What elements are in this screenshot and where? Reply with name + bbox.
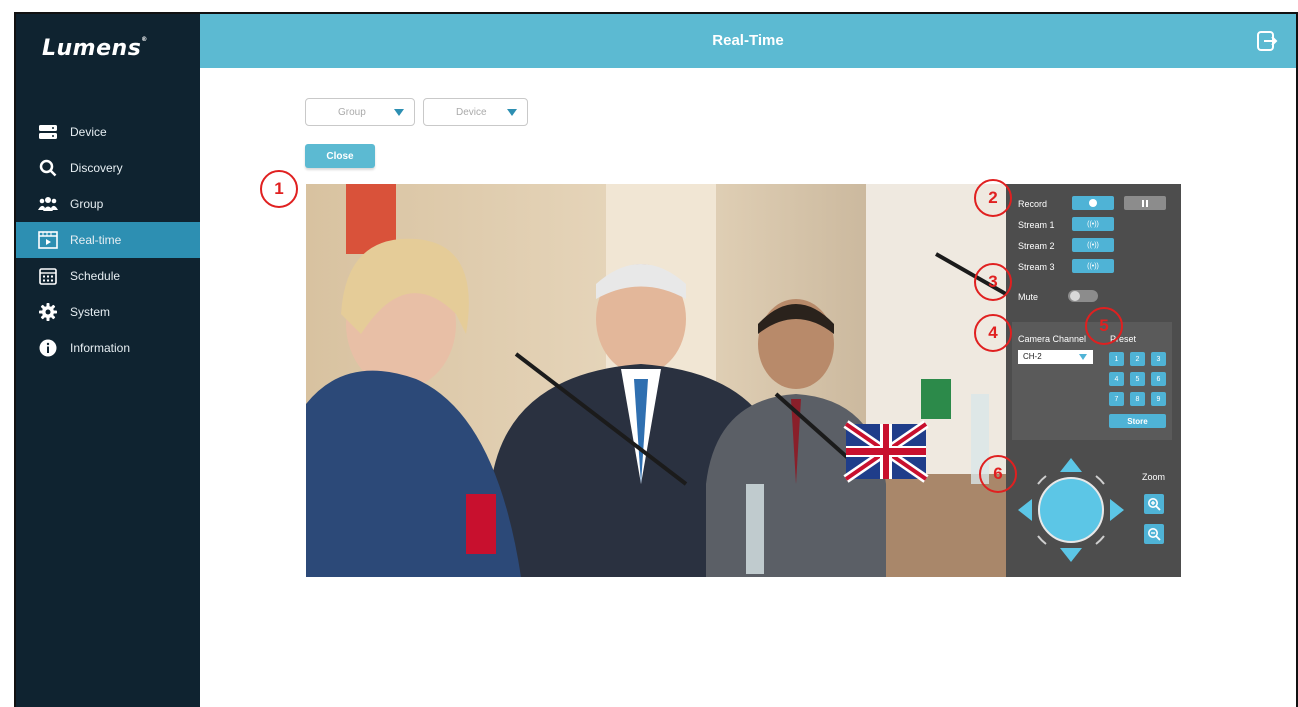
zoom-label: Zoom bbox=[1142, 472, 1166, 482]
logo-text: Lumens bbox=[42, 36, 142, 61]
joystick-knob[interactable] bbox=[1038, 477, 1104, 543]
info-icon bbox=[38, 339, 58, 357]
preset-button-6[interactable]: 6 bbox=[1151, 372, 1166, 386]
camera-control-panel: Record Stream 1 ((•)) Stream 2 ((•)) Str… bbox=[1006, 184, 1181, 577]
broadcast-icon: ((•)) bbox=[1087, 262, 1099, 270]
live-video-view[interactable] bbox=[306, 184, 1006, 577]
zoom-in-button[interactable] bbox=[1144, 494, 1164, 514]
broadcast-icon: ((•)) bbox=[1087, 220, 1099, 228]
chevron-down-icon bbox=[507, 109, 517, 116]
sidebar-nav: Device Discovery Group Real-time Schedul… bbox=[16, 114, 200, 366]
camera-channel-value: CH-2 bbox=[1023, 352, 1042, 361]
sidebar-item-label: Group bbox=[70, 197, 104, 211]
store-button[interactable]: Store bbox=[1109, 414, 1166, 428]
logout-icon[interactable] bbox=[1256, 30, 1278, 52]
stream1-label: Stream 1 bbox=[1018, 220, 1055, 230]
stream3-button[interactable]: ((•)) bbox=[1072, 259, 1114, 273]
preset-button-3[interactable]: 3 bbox=[1151, 352, 1166, 366]
preset-button-9[interactable]: 9 bbox=[1151, 392, 1166, 406]
page-title: Real-Time bbox=[712, 32, 784, 49]
callout-6: 6 bbox=[979, 455, 1017, 493]
stream1-button[interactable]: ((•)) bbox=[1072, 217, 1114, 231]
chevron-down-icon bbox=[394, 109, 404, 116]
camera-channel-label: Camera Channel bbox=[1018, 334, 1087, 344]
record-label: Record bbox=[1018, 199, 1048, 209]
sidebar-item-label: Real-time bbox=[70, 233, 122, 247]
sidebar-item-real-time[interactable]: Real-time bbox=[16, 222, 200, 258]
sidebar-item-schedule[interactable]: Schedule bbox=[16, 258, 200, 294]
group-dropdown[interactable]: Group bbox=[305, 98, 415, 126]
pan-left-arrow[interactable] bbox=[1018, 499, 1032, 521]
close-button[interactable]: Close bbox=[305, 144, 375, 168]
callout-1: 1 bbox=[260, 170, 298, 208]
sidebar-item-discovery[interactable]: Discovery bbox=[16, 150, 200, 186]
stream2-label: Stream 2 bbox=[1018, 241, 1055, 251]
record-icon bbox=[1089, 199, 1097, 207]
record-button[interactable] bbox=[1072, 196, 1114, 210]
sidebar-item-device[interactable]: Device bbox=[16, 114, 200, 150]
callout-4: 4 bbox=[974, 314, 1012, 352]
mute-toggle[interactable] bbox=[1068, 290, 1098, 302]
zoom-out-button[interactable] bbox=[1144, 524, 1164, 544]
device-dropdown[interactable]: Device bbox=[423, 98, 528, 126]
video-icon bbox=[38, 231, 58, 249]
preset-button-2[interactable]: 2 bbox=[1130, 352, 1145, 366]
mute-label: Mute bbox=[1018, 292, 1039, 302]
pause-icon bbox=[1142, 199, 1148, 207]
callout-3: 3 bbox=[974, 263, 1012, 301]
sidebar-item-label: Discovery bbox=[70, 161, 123, 175]
sidebar-item-group[interactable]: Group bbox=[16, 186, 200, 222]
preset-button-5[interactable]: 5 bbox=[1130, 372, 1145, 386]
server-icon bbox=[38, 123, 58, 141]
broadcast-icon: ((•)) bbox=[1087, 241, 1099, 249]
stream2-button[interactable]: ((•)) bbox=[1072, 238, 1114, 252]
group-dropdown-label: Group bbox=[338, 106, 366, 118]
sidebar-item-system[interactable]: System bbox=[16, 294, 200, 330]
ptz-joystick[interactable] bbox=[1016, 454, 1126, 566]
sidebar-item-information[interactable]: Information bbox=[16, 330, 200, 366]
callout-5: 5 bbox=[1085, 307, 1123, 345]
stream3-label: Stream 3 bbox=[1018, 262, 1055, 272]
sidebar-item-label: Schedule bbox=[70, 269, 121, 283]
pan-up-arrow[interactable] bbox=[1060, 458, 1082, 472]
device-dropdown-label: Device bbox=[456, 106, 487, 118]
calendar-icon bbox=[38, 267, 58, 285]
pan-down-arrow[interactable] bbox=[1060, 548, 1082, 562]
sidebar-item-label: System bbox=[70, 305, 111, 319]
pause-button[interactable] bbox=[1124, 196, 1166, 210]
zoom-in-icon bbox=[1148, 498, 1161, 511]
top-bar: Real-Time bbox=[200, 14, 1296, 68]
search-icon bbox=[38, 159, 58, 177]
chevron-down-icon bbox=[1079, 354, 1087, 360]
lumens-logo: Lumens® bbox=[42, 36, 148, 61]
sidebar-item-label: Information bbox=[70, 341, 131, 355]
zoom-out-icon bbox=[1148, 528, 1161, 541]
preset-button-8[interactable]: 8 bbox=[1130, 392, 1145, 406]
pan-right-arrow[interactable] bbox=[1110, 499, 1124, 521]
preset-button-7[interactable]: 7 bbox=[1109, 392, 1124, 406]
gear-icon bbox=[38, 303, 58, 321]
preset-button-1[interactable]: 1 bbox=[1109, 352, 1124, 366]
users-icon bbox=[38, 195, 58, 213]
sidebar: Lumens® Device Discovery Group Real-time bbox=[16, 14, 200, 707]
preset-button-4[interactable]: 4 bbox=[1109, 372, 1124, 386]
callout-2: 2 bbox=[974, 179, 1012, 217]
camera-channel-select[interactable]: CH-2 bbox=[1018, 350, 1093, 364]
sidebar-item-label: Device bbox=[70, 125, 107, 139]
